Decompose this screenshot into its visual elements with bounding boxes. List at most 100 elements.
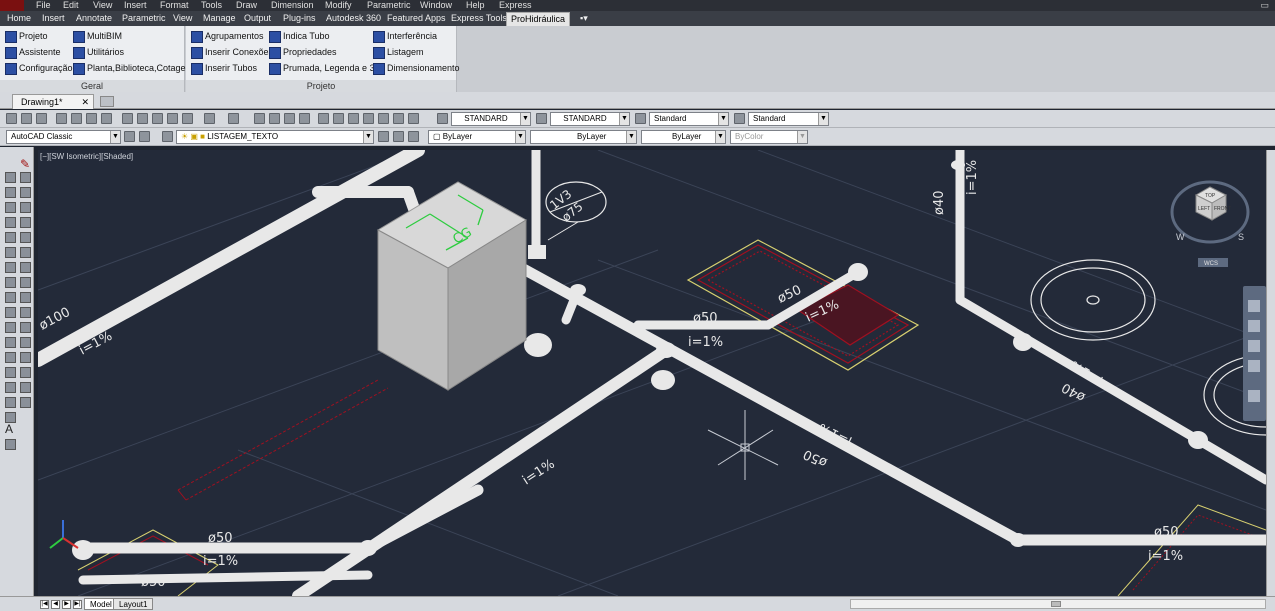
qnew-icon[interactable]: [6, 113, 17, 124]
undo-icon[interactable]: [204, 113, 215, 124]
properties-icon[interactable]: [318, 113, 329, 124]
polyline-icon[interactable]: [5, 187, 16, 198]
blend-icon[interactable]: [20, 382, 31, 393]
table-style-select[interactable]: Standard ▼: [649, 112, 729, 126]
viewport-controls-label[interactable]: [−][SW Isometric][Shaded]: [40, 152, 133, 161]
menu-draw[interactable]: Draw: [236, 0, 257, 11]
tab-insert[interactable]: Insert: [42, 12, 65, 25]
mirror-icon[interactable]: [20, 187, 31, 198]
point-icon[interactable]: [5, 352, 16, 363]
menu-parametric[interactable]: Parametric: [367, 0, 411, 11]
menu-tools[interactable]: Tools: [201, 0, 222, 11]
tab-parametric[interactable]: Parametric: [122, 12, 166, 25]
spline-icon[interactable]: [5, 277, 16, 288]
stretch-icon[interactable]: [20, 277, 31, 288]
multibim-button[interactable]: MultiBIM: [73, 29, 122, 43]
mtext-icon[interactable]: A: [5, 422, 13, 436]
vertical-scrollbar[interactable]: [1266, 150, 1275, 596]
tab-manage[interactable]: Manage: [203, 12, 236, 25]
color-select[interactable]: ▢ ByLayer ▼: [428, 130, 526, 144]
block-editor-icon[interactable]: [182, 113, 193, 124]
gradient-icon[interactable]: [5, 382, 16, 393]
listagem-button[interactable]: Listagem: [373, 45, 424, 59]
make-current-layer-icon[interactable]: [378, 131, 389, 142]
redo-icon[interactable]: [228, 113, 239, 124]
offset-icon[interactable]: [20, 202, 31, 213]
insert-block-icon[interactable]: [5, 322, 16, 333]
match-properties-icon[interactable]: [167, 113, 178, 124]
circle-icon[interactable]: [5, 247, 16, 258]
previous-layout-icon[interactable]: ◀: [51, 600, 60, 609]
save-icon[interactable]: [36, 113, 47, 124]
application-menu-button[interactable]: [0, 0, 24, 11]
configuracao-button[interactable]: Configuração: [5, 61, 73, 75]
break-icon[interactable]: [20, 322, 31, 333]
line-icon[interactable]: [5, 172, 16, 183]
tab-plugins[interactable]: Plug-ins: [283, 12, 316, 25]
trim-icon[interactable]: [20, 292, 31, 303]
planta-biblioteca-cotagem-button[interactable]: Planta,Biblioteca,Cotagem: [73, 61, 193, 75]
tab-home[interactable]: Home: [7, 12, 31, 25]
array-icon[interactable]: [20, 217, 31, 228]
tool-palettes-icon[interactable]: [348, 113, 359, 124]
navigation-bar[interactable]: [1243, 286, 1266, 421]
workspace-settings-icon[interactable]: [124, 131, 135, 142]
zoom-previous-icon[interactable]: [299, 113, 310, 124]
text-style-icon[interactable]: [437, 113, 448, 124]
ribbon-minimize-icon[interactable]: ▪▾: [580, 12, 588, 25]
propriedades-button[interactable]: Propriedades: [269, 45, 337, 59]
copy-icon[interactable]: [137, 113, 148, 124]
text-style-select[interactable]: STANDARD ▼: [451, 112, 531, 126]
viewcube[interactable]: TOP LEFT FRONT W S WCS: [1170, 180, 1250, 267]
zoom-window-icon[interactable]: [284, 113, 295, 124]
sheet-set-icon[interactable]: [363, 113, 374, 124]
tab-featured-apps[interactable]: Featured Apps: [387, 12, 446, 25]
workspace-select[interactable]: AutoCAD Classic ▼: [6, 130, 121, 144]
extend-icon[interactable]: [20, 307, 31, 318]
drawing-canvas[interactable]: ø100 i=1% 1V3 ø75 ø50 i=1% ø50 i=1% ø75 …: [38, 150, 1266, 596]
layer-select[interactable]: ☀ ▣ ■ LISTAGEM_TEXTO ▼: [176, 130, 374, 144]
add-selected-icon[interactable]: [5, 439, 16, 450]
menu-window[interactable]: Window: [420, 0, 452, 11]
revcloud-icon[interactable]: [5, 262, 16, 273]
quickcalc-icon[interactable]: [393, 113, 404, 124]
cut-icon[interactable]: [122, 113, 133, 124]
copy-object-icon[interactable]: [20, 172, 31, 183]
window-restore-icon[interactable]: ▭: [1260, 0, 1269, 11]
modify-erase-icon[interactable]: ✎: [20, 157, 30, 171]
region-icon[interactable]: [5, 397, 16, 408]
new-tab-button[interactable]: [100, 96, 114, 107]
interferencia-button[interactable]: Interferência: [373, 29, 437, 43]
menu-edit[interactable]: Edit: [63, 0, 79, 11]
rectangle-icon[interactable]: [5, 217, 16, 228]
mleader-style-select[interactable]: Standard ▼: [748, 112, 829, 126]
scale-icon[interactable]: [20, 262, 31, 273]
menu-insert[interactable]: Insert: [124, 0, 147, 11]
open-icon[interactable]: [21, 113, 32, 124]
menu-format[interactable]: Format: [160, 0, 189, 11]
utilitarios-button[interactable]: Utilitários: [73, 45, 124, 59]
table-style-icon[interactable]: [635, 113, 646, 124]
last-layout-icon[interactable]: ▶|: [73, 600, 82, 609]
layer-state-icon[interactable]: [162, 131, 173, 142]
drawing-viewport[interactable]: ø100 i=1% 1V3 ø75 ø50 i=1% ø50 i=1% ø75 …: [38, 150, 1266, 596]
help-icon[interactable]: [408, 113, 419, 124]
markup-icon[interactable]: [378, 113, 389, 124]
hatch-icon[interactable]: [5, 367, 16, 378]
ellipse-arc-icon[interactable]: [5, 307, 16, 318]
plot-icon[interactable]: [56, 113, 67, 124]
dim-style-icon[interactable]: [536, 113, 547, 124]
document-tab-drawing1[interactable]: Drawing1* ✕: [12, 94, 94, 109]
first-layout-icon[interactable]: |◀: [40, 600, 49, 609]
tab-view[interactable]: View: [173, 12, 192, 25]
tab-express-tools[interactable]: Express Tools: [451, 12, 507, 25]
inserir-conexoes-button[interactable]: Inserir Conexões: [191, 45, 273, 59]
zoom-realtime-icon[interactable]: [269, 113, 280, 124]
paste-icon[interactable]: [152, 113, 163, 124]
mleader-style-icon[interactable]: [734, 113, 745, 124]
inserir-tubos-button[interactable]: Inserir Tubos: [191, 61, 257, 75]
tab-layout1[interactable]: Layout1: [113, 598, 154, 610]
layer-isolate-icon[interactable]: [408, 131, 419, 142]
projeto-button[interactable]: Projeto: [5, 29, 48, 43]
indica-tubo-button[interactable]: Indica Tubo: [269, 29, 330, 43]
